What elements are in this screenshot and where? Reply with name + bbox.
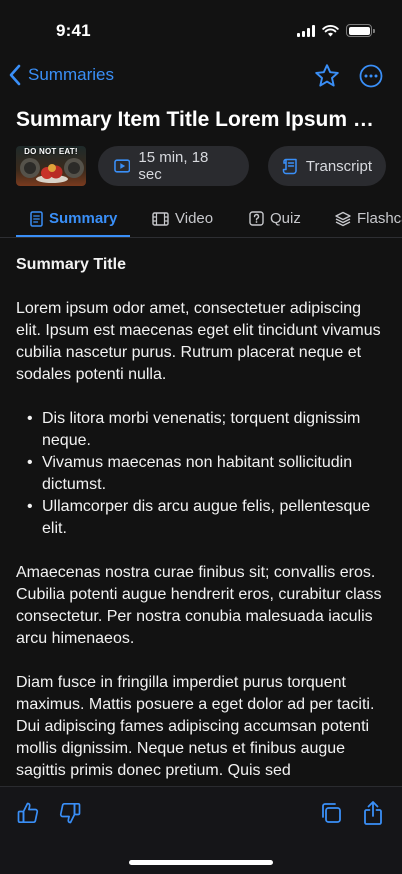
thumbs-down-button[interactable]	[56, 799, 84, 827]
cellular-signal-icon	[297, 24, 315, 37]
chevron-left-icon	[9, 64, 21, 86]
stack-icon	[335, 211, 351, 226]
back-button-label: Summaries	[28, 65, 114, 84]
tab-quiz[interactable]: Quiz	[249, 210, 301, 227]
summary-content: Summary Title Lorem ipsum odor amet, con…	[16, 254, 388, 780]
tab-flashcards-label: Flashcards	[357, 210, 402, 227]
share-icon	[364, 801, 382, 825]
summary-paragraph-2: Amaecenas nostra curae finibus sit; conv…	[16, 564, 382, 647]
list-item: Vivamus maecenas non habitant sollicitud…	[27, 452, 388, 496]
list-item: Dis litora morbi venenatis; torquent dig…	[27, 408, 388, 452]
thumbnail-caption: DO NOT EAT!	[24, 147, 78, 156]
copy-icon	[322, 803, 341, 823]
summary-paragraph-1: Lorem ipsum odor amet, consectetuer adip…	[16, 300, 381, 383]
duration-label: 15 min, 18 sec	[138, 149, 209, 183]
summary-info-row: DO NOT EAT! 15 min, 18 sec Transcript	[16, 146, 386, 186]
thumbs-up-icon	[17, 802, 39, 824]
tab-video-label: Video	[175, 210, 214, 227]
document-icon	[30, 210, 43, 227]
tab-flashcards[interactable]: Flashcards	[335, 210, 402, 227]
film-icon	[152, 211, 169, 226]
summary-bullet-list: Dis litora morbi venenatis; torquent dig…	[16, 408, 388, 540]
video-play-icon	[114, 159, 131, 173]
scroll-icon	[282, 158, 297, 174]
thumbs-down-icon	[59, 802, 81, 824]
content-tabs: Summary Video Quiz Flashcards	[0, 200, 402, 238]
tab-quiz-label: Quiz	[270, 210, 301, 227]
battery-icon	[346, 24, 375, 37]
tab-summary-label: Summary	[49, 210, 118, 227]
tab-summary[interactable]: Summary	[30, 210, 117, 227]
summary-paragraph-3: Diam fusce in fringilla imperdiet purus …	[16, 674, 375, 779]
transcript-button[interactable]: Transcript	[267, 146, 386, 186]
wifi-icon	[322, 24, 339, 36]
favorite-button[interactable]	[314, 63, 340, 89]
list-item: Ullamcorper dis arcu augue felis, pellen…	[27, 496, 388, 540]
home-indicator	[129, 860, 273, 865]
copy-button[interactable]	[317, 799, 345, 827]
page-title: Summary Item Title Lorem Ipsum Dolor Sit	[16, 108, 386, 131]
transcript-label: Transcript	[305, 157, 372, 175]
summary-heading: Summary Title	[16, 256, 126, 273]
navigation-bar: Summaries	[0, 60, 402, 94]
tab-video[interactable]: Video	[152, 210, 213, 227]
back-button[interactable]: Summaries	[8, 64, 114, 86]
bottom-toolbar	[0, 786, 402, 874]
active-tab-indicator	[16, 235, 130, 237]
question-icon	[249, 211, 264, 226]
star-icon	[315, 64, 339, 87]
status-time: 9:41	[56, 21, 91, 40]
share-button[interactable]	[359, 799, 387, 827]
ellipsis-circle-icon	[359, 64, 383, 88]
status-bar: 9:41	[0, 0, 402, 60]
nav-actions	[314, 63, 384, 89]
thumbs-up-button[interactable]	[14, 799, 42, 827]
video-thumbnail[interactable]: DO NOT EAT!	[16, 146, 86, 186]
status-icons	[297, 24, 375, 37]
duration-pill[interactable]: 15 min, 18 sec	[97, 146, 249, 186]
more-options-button[interactable]	[358, 63, 384, 89]
